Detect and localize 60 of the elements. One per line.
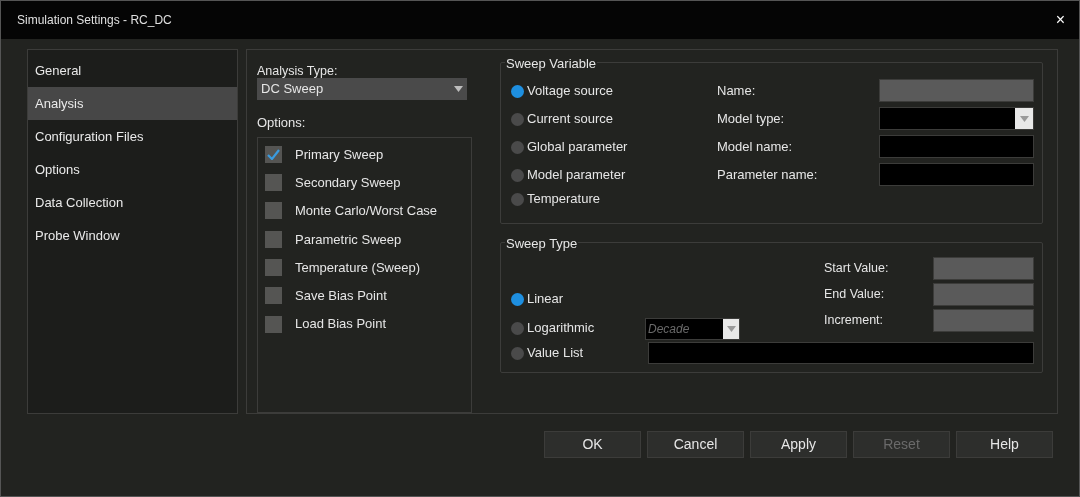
field-label: Parameter name: xyxy=(717,165,818,184)
input-field[interactable] xyxy=(879,163,1034,186)
caret-icon xyxy=(454,85,463,92)
caret-icon xyxy=(1019,115,1029,122)
radio-label: Voltage source xyxy=(527,82,613,101)
field-label: Model type: xyxy=(717,109,785,128)
field-label: Start Value: xyxy=(824,260,889,278)
radio-button[interactable] xyxy=(511,84,524,98)
radio-label: Logarithmic xyxy=(527,319,595,338)
field-label: Name: xyxy=(717,81,756,100)
option-label: Temperature (Sweep) xyxy=(295,258,420,277)
option-label: Primary Sweep xyxy=(295,145,384,164)
field-label: Analysis Type: xyxy=(257,64,339,78)
radio-label: Temperature xyxy=(527,190,600,209)
sidebar-item[interactable]: Data Collection xyxy=(28,186,237,219)
checkbox[interactable] xyxy=(265,315,282,333)
checkmark-icon xyxy=(267,148,280,160)
value-list-field[interactable] xyxy=(648,342,1034,364)
dialog-button[interactable]: Apply xyxy=(750,431,847,458)
radio-label: Current source xyxy=(527,110,613,129)
sidebar-item[interactable]: Probe Window xyxy=(28,219,237,252)
option-label: Monte Carlo/Worst Case xyxy=(295,202,438,221)
model-type-dropdown[interactable] xyxy=(879,107,1034,130)
field-label: Model name: xyxy=(717,137,793,156)
caret-icon xyxy=(726,326,736,332)
checkbox[interactable] xyxy=(265,202,282,220)
checkbox[interactable] xyxy=(265,230,282,248)
sidebar-item[interactable]: Configuration Files xyxy=(28,120,237,153)
radio-label: Value List xyxy=(527,344,584,363)
dialog-button[interactable]: Cancel xyxy=(647,431,744,458)
option-label: Save Bias Point xyxy=(295,287,387,306)
radio-button[interactable] xyxy=(511,321,524,335)
checkbox[interactable] xyxy=(265,174,282,192)
window-title: Simulation Settings - RC_DC xyxy=(17,12,172,29)
radio-button[interactable] xyxy=(511,292,524,306)
radio-button[interactable] xyxy=(511,346,524,360)
radio-button[interactable] xyxy=(511,140,524,154)
option-label: Secondary Sweep xyxy=(295,173,401,192)
sidebar-item[interactable]: Options xyxy=(28,153,237,186)
sidebar-item[interactable]: Analysis xyxy=(28,87,237,120)
radio-label: Global parameter xyxy=(527,138,628,157)
dialog-button[interactable]: Help xyxy=(956,431,1053,458)
dialog-button[interactable]: OK xyxy=(544,431,641,458)
option-label: Parametric Sweep xyxy=(295,230,402,249)
analysis-type-dropdown[interactable]: DC Sweep xyxy=(257,78,467,100)
checkbox[interactable] xyxy=(265,259,282,277)
checkbox[interactable] xyxy=(265,287,282,305)
radio-button[interactable] xyxy=(511,192,524,206)
section-label: Options: xyxy=(257,113,307,132)
field-label: End Value: xyxy=(824,286,885,304)
radio-label: Model parameter xyxy=(527,166,626,185)
radio-button[interactable] xyxy=(511,112,524,126)
radio-button[interactable] xyxy=(511,168,524,182)
close-button[interactable]: × xyxy=(1055,12,1065,28)
input-field[interactable] xyxy=(879,135,1034,158)
field-label: Increment: xyxy=(824,312,884,330)
radio-label: Linear xyxy=(527,290,564,309)
sidebar-item[interactable]: General xyxy=(28,54,237,87)
option-label: Load Bias Point xyxy=(295,315,387,334)
checkbox[interactable] xyxy=(265,145,282,163)
